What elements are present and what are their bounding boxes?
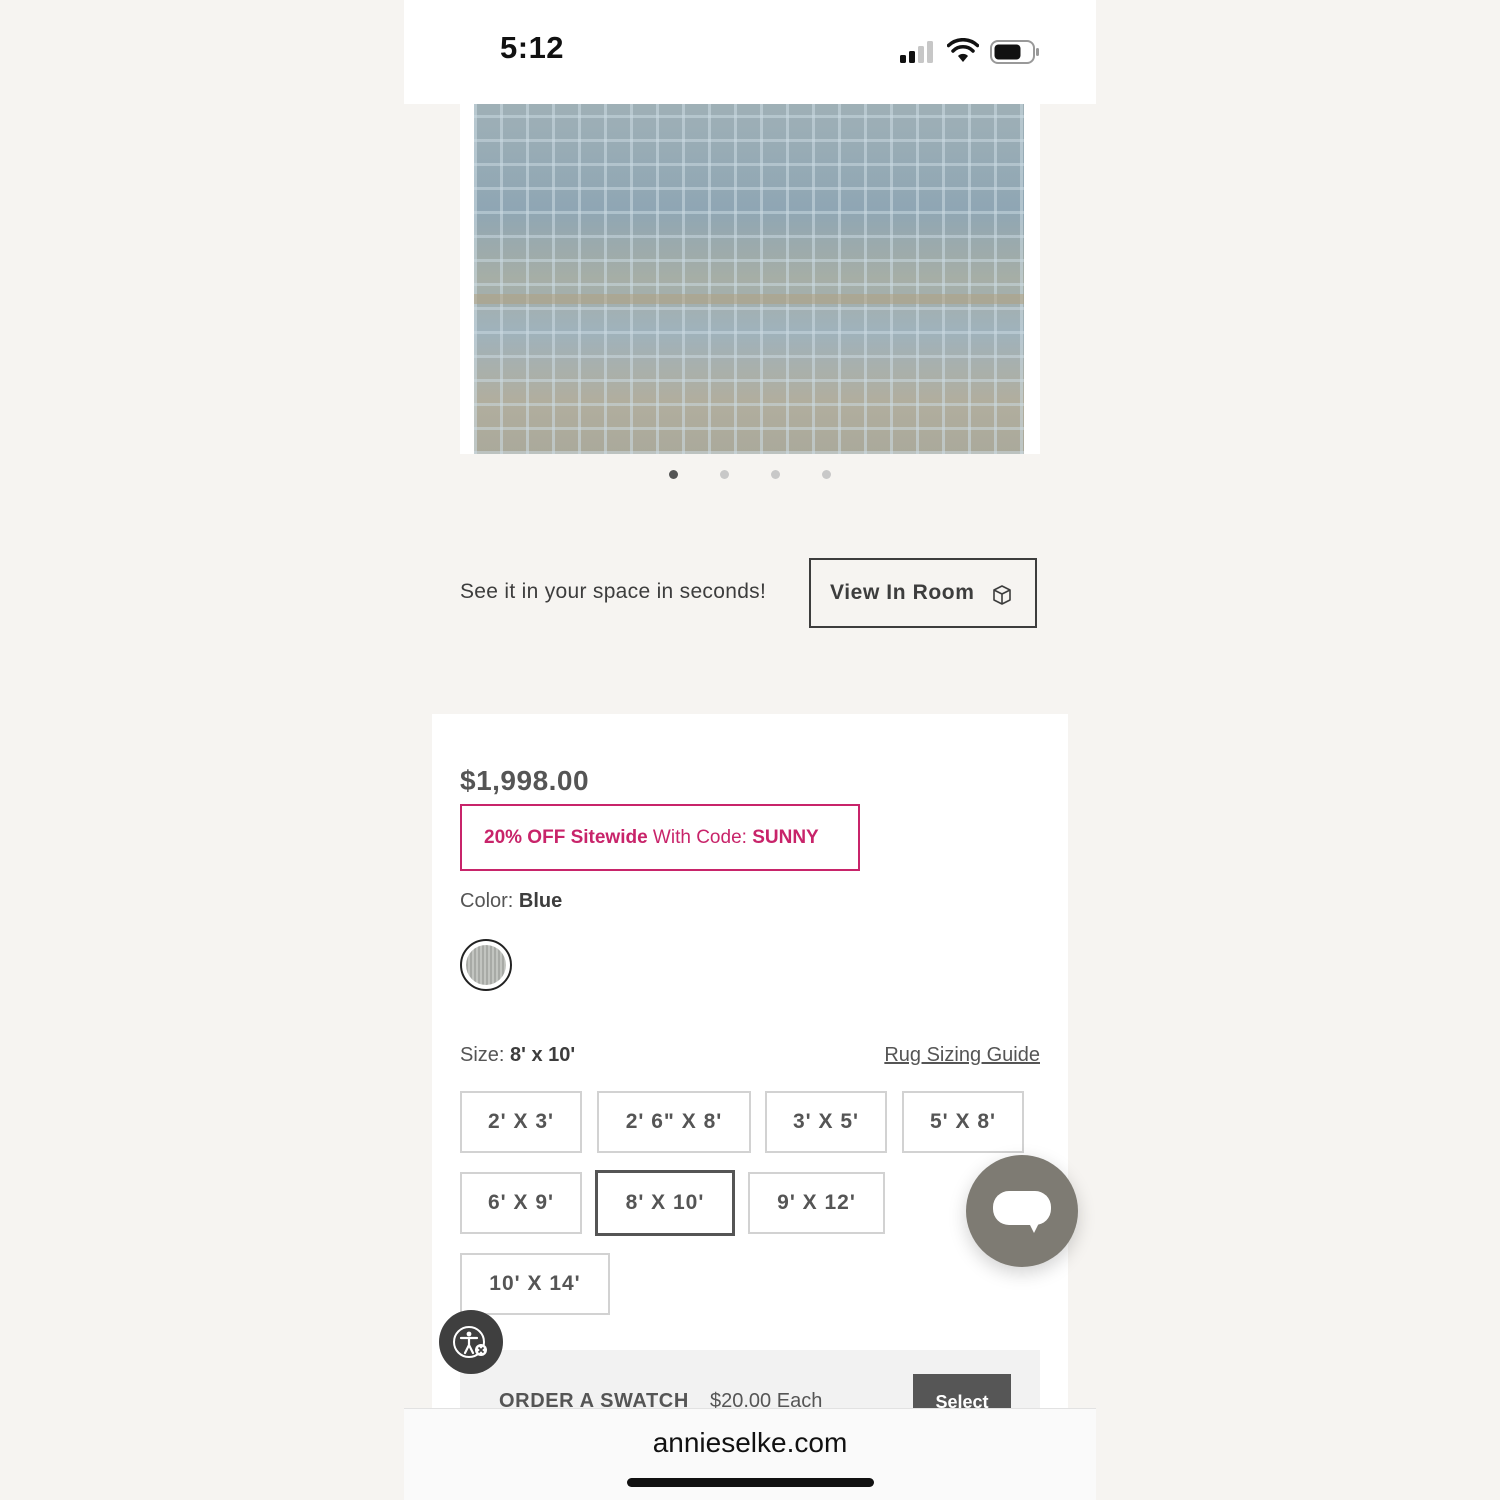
promo-text: With Code: [647, 826, 753, 848]
carousel-dot[interactable] [771, 470, 780, 479]
size-option-button[interactable]: 6' X 9' [460, 1172, 582, 1234]
color-label: Color: [460, 890, 519, 912]
rug-sizing-guide-link[interactable]: Rug Sizing Guide [884, 1044, 1040, 1067]
carousel-dot[interactable] [720, 470, 729, 479]
view-in-room-button[interactable]: View In Room [809, 558, 1037, 628]
chat-tail-icon [1028, 1221, 1040, 1233]
swatch-texture [466, 945, 506, 985]
battery-icon [990, 40, 1039, 64]
accessibility-button[interactable] [439, 1310, 503, 1374]
wifi-icon [947, 38, 979, 62]
view-in-room-tagline: See it in your space in seconds! [460, 580, 767, 603]
view-in-room-label: View In Room [830, 581, 975, 604]
promo-banner: 20% OFF Sitewide With Code: SUNNY [460, 804, 860, 871]
size-option-button[interactable]: 2' X 3' [460, 1091, 582, 1153]
size-selection-label: Size: 8' x 10' [460, 1044, 575, 1067]
product-price: $1,998.00 [460, 765, 590, 796]
chat-button[interactable] [966, 1155, 1078, 1267]
status-bar: 5:12 [404, 0, 1096, 104]
browser-address-bar[interactable]: annieselke.com [404, 1408, 1096, 1500]
product-details-card: $1,998.00 20% OFF Sitewide With Code: SU… [432, 714, 1068, 1500]
accessibility-icon [453, 1326, 487, 1358]
product-image-carousel[interactable] [460, 104, 1040, 454]
cube-icon [993, 585, 1011, 605]
size-option-button[interactable]: 2' 6" X 8' [597, 1091, 751, 1153]
carousel-dot[interactable] [669, 470, 678, 479]
promo-offer: 20% OFF Sitewide [484, 826, 648, 848]
promo-code: SUNNY [752, 826, 819, 848]
size-option-button[interactable]: 9' X 12' [748, 1172, 885, 1234]
size-option-button[interactable]: 3' X 5' [765, 1091, 887, 1153]
cellular-signal-icon [900, 41, 933, 63]
size-label: Size: [460, 1044, 511, 1066]
rug-pattern-stripe [474, 294, 1024, 304]
size-option-button[interactable]: 8' X 10' [595, 1170, 735, 1236]
carousel-pagination [404, 470, 1096, 484]
color-selection-label: Color: Blue [460, 890, 562, 913]
color-value: Blue [518, 890, 563, 912]
chat-bubble-icon [993, 1191, 1051, 1225]
browser-domain: annieselke.com [652, 1427, 848, 1458]
home-indicator[interactable] [627, 1478, 874, 1487]
phone-screen: 5:12 See it in your space in seconds! Vi… [404, 0, 1096, 1500]
size-value: 8' x 10' [510, 1044, 576, 1066]
color-swatch-blue[interactable] [460, 939, 512, 991]
product-image [474, 104, 1024, 454]
size-option-button[interactable]: 5' X 8' [902, 1091, 1024, 1153]
carousel-dot[interactable] [822, 470, 831, 479]
status-time: 5:12 [500, 30, 565, 65]
size-option-button[interactable]: 10' X 14' [460, 1253, 610, 1315]
